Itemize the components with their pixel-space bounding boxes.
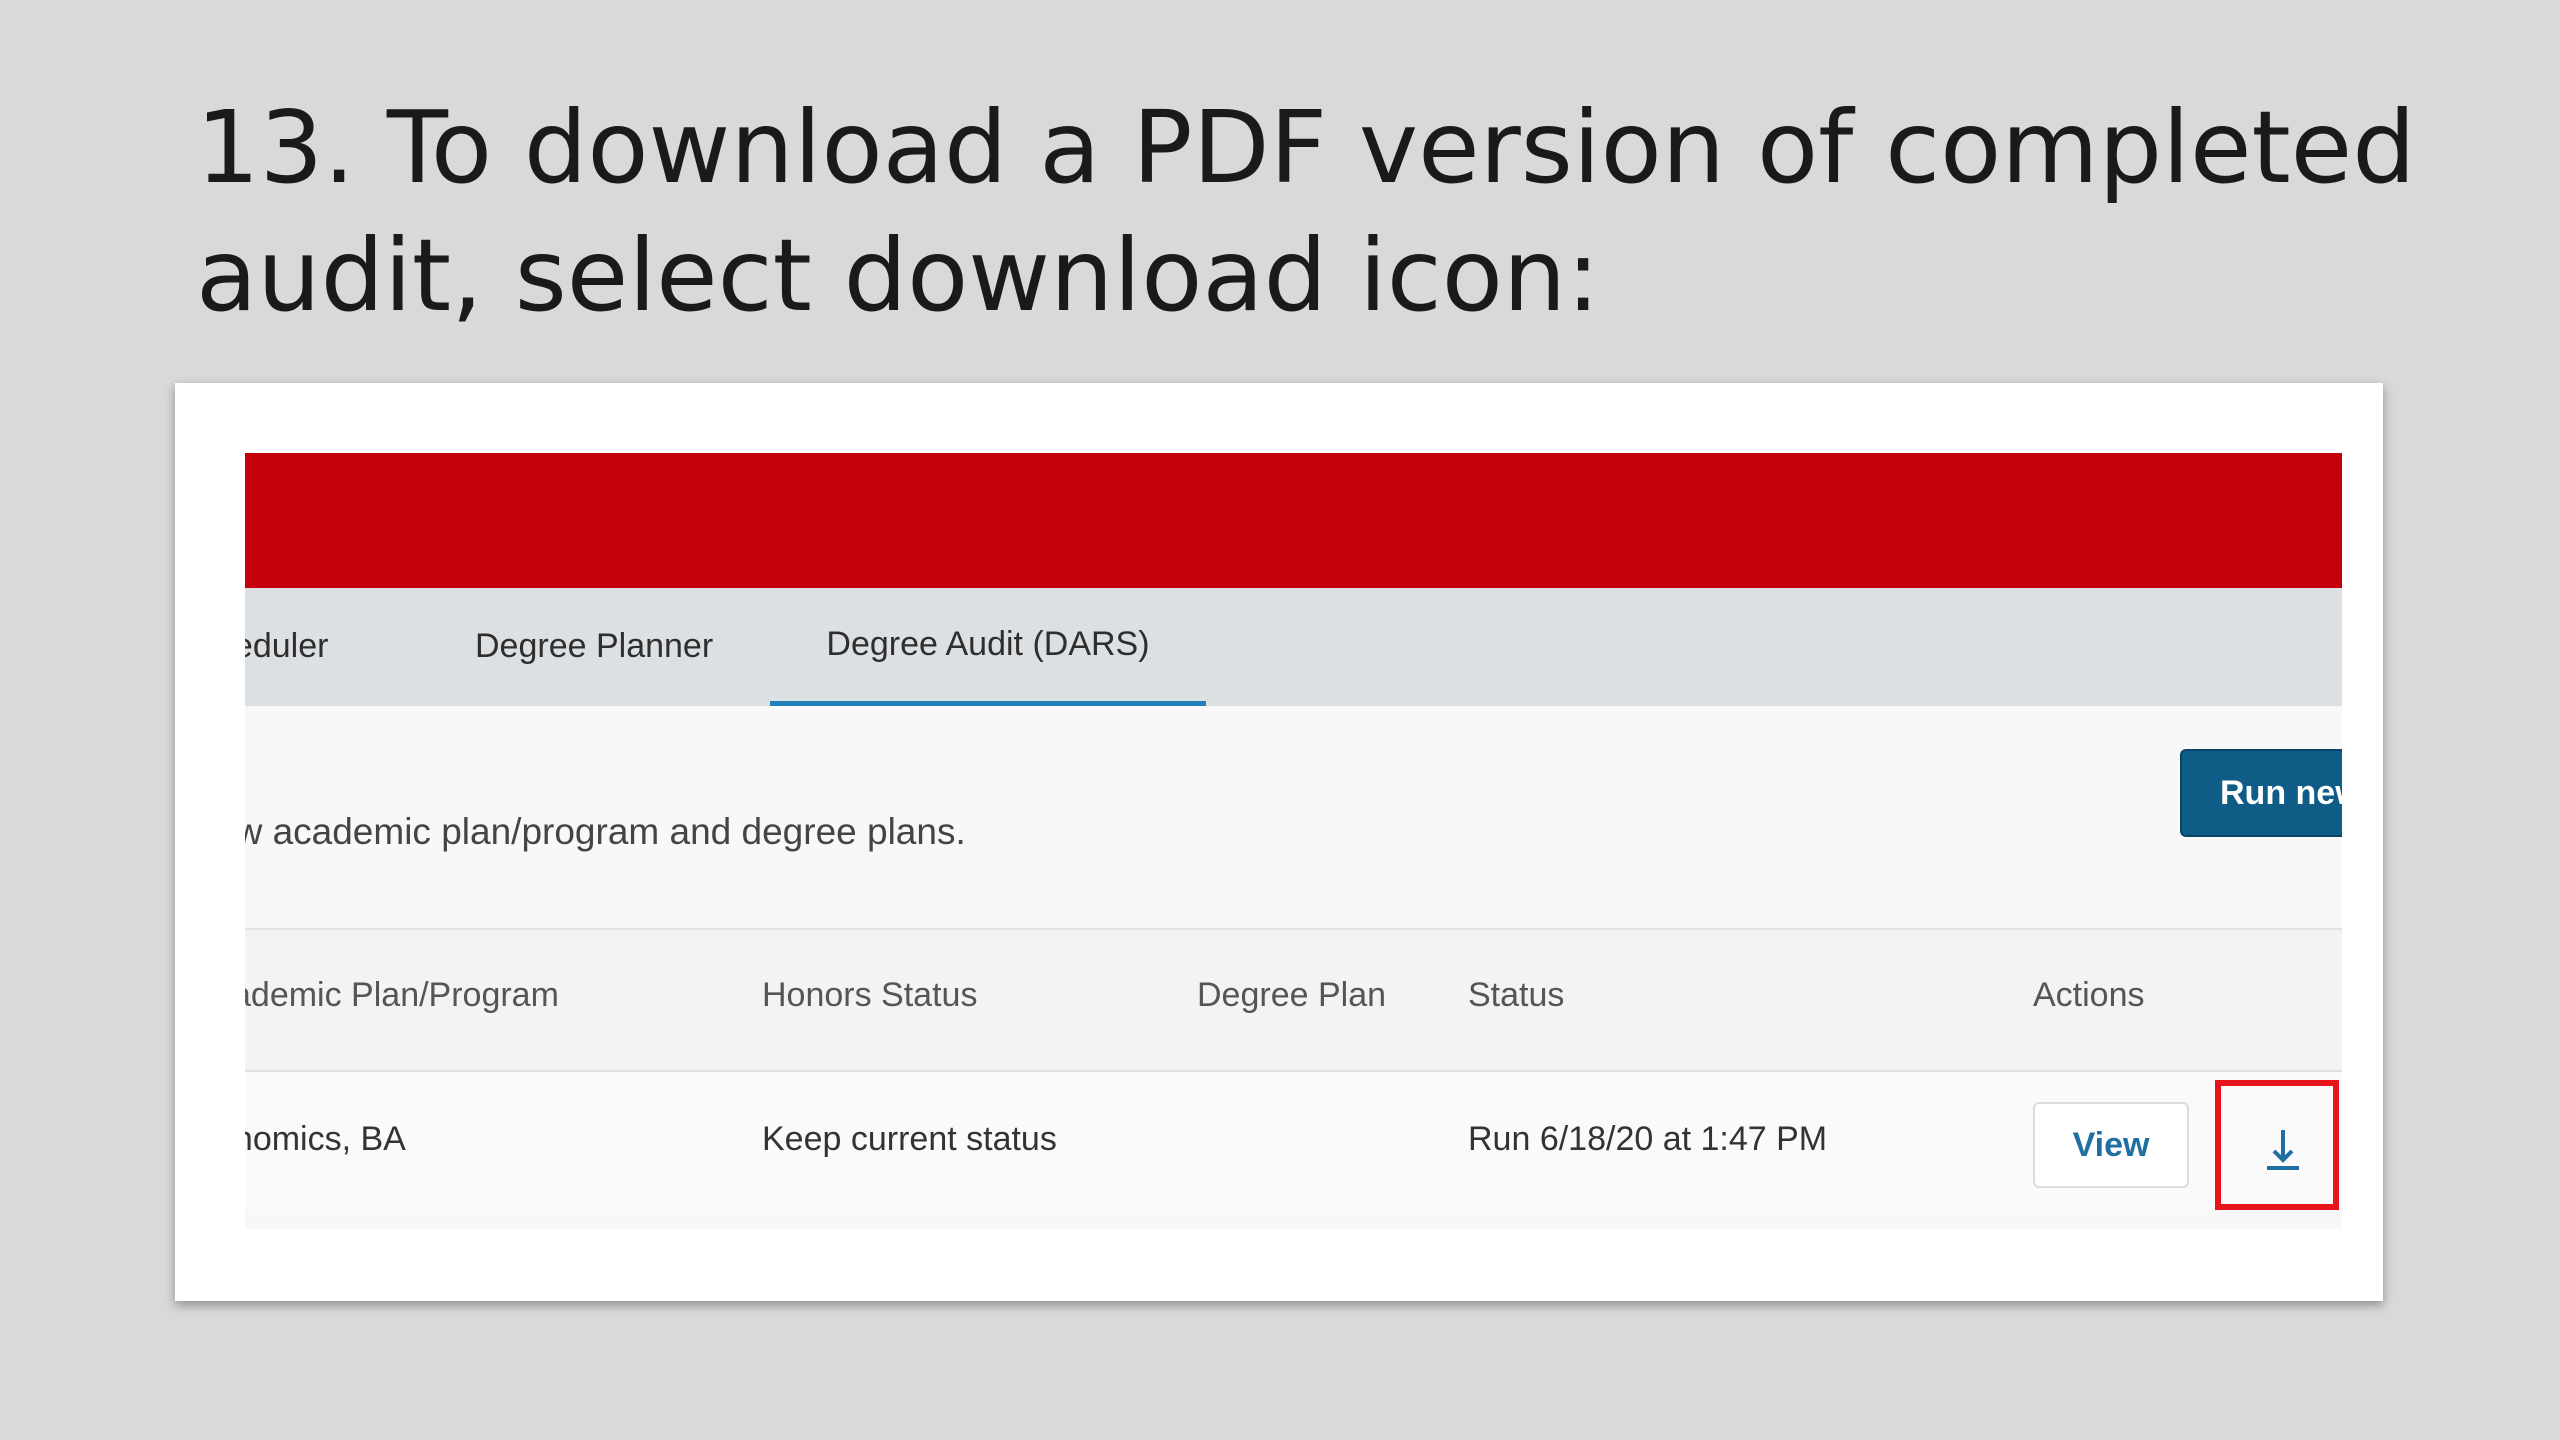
table-header: cademic Plan/Program Honors Status Degre…	[245, 928, 2342, 1072]
table-row: onomics, BA Keep current status Run 6/18…	[245, 1072, 2342, 1210]
row-honors-status: Keep current status	[762, 1120, 1057, 1158]
header-degree-plan: Degree Plan	[1197, 976, 1387, 1014]
brand-header-bar	[245, 453, 2342, 588]
screenshot-frame: heduler Degree Planner Degree Audit (DAR…	[175, 383, 2383, 1301]
dars-app: heduler Degree Planner Degree Audit (DAR…	[245, 453, 2342, 1229]
header-status: Status	[1468, 976, 1565, 1014]
tab-scheduler[interactable]: heduler	[245, 588, 328, 706]
row-status: Run 6/18/20 at 1:47 PM	[1468, 1120, 1828, 1158]
row-academic-plan: onomics, BA	[245, 1120, 406, 1158]
run-new-audit-button[interactable]: Run new	[2180, 749, 2342, 837]
download-pdf-button[interactable]	[2215, 1080, 2339, 1210]
view-audit-button[interactable]: View	[2033, 1102, 2189, 1188]
header-actions: Actions	[2033, 976, 2145, 1014]
slide-title: 13. To download a PDF version of complet…	[196, 89, 2416, 334]
tab-degree-planner[interactable]: Degree Planner	[475, 588, 713, 706]
tab-degree-audit[interactable]: Degree Audit (DARS)	[770, 588, 1206, 706]
intro-text: ew academic plan/program and degree plan…	[245, 811, 966, 852]
nav-tabs: heduler Degree Planner Degree Audit (DAR…	[245, 588, 2342, 706]
header-honors-status: Honors Status	[762, 976, 978, 1014]
download-icon	[2267, 1130, 2299, 1170]
header-academic-plan: cademic Plan/Program	[245, 976, 559, 1014]
